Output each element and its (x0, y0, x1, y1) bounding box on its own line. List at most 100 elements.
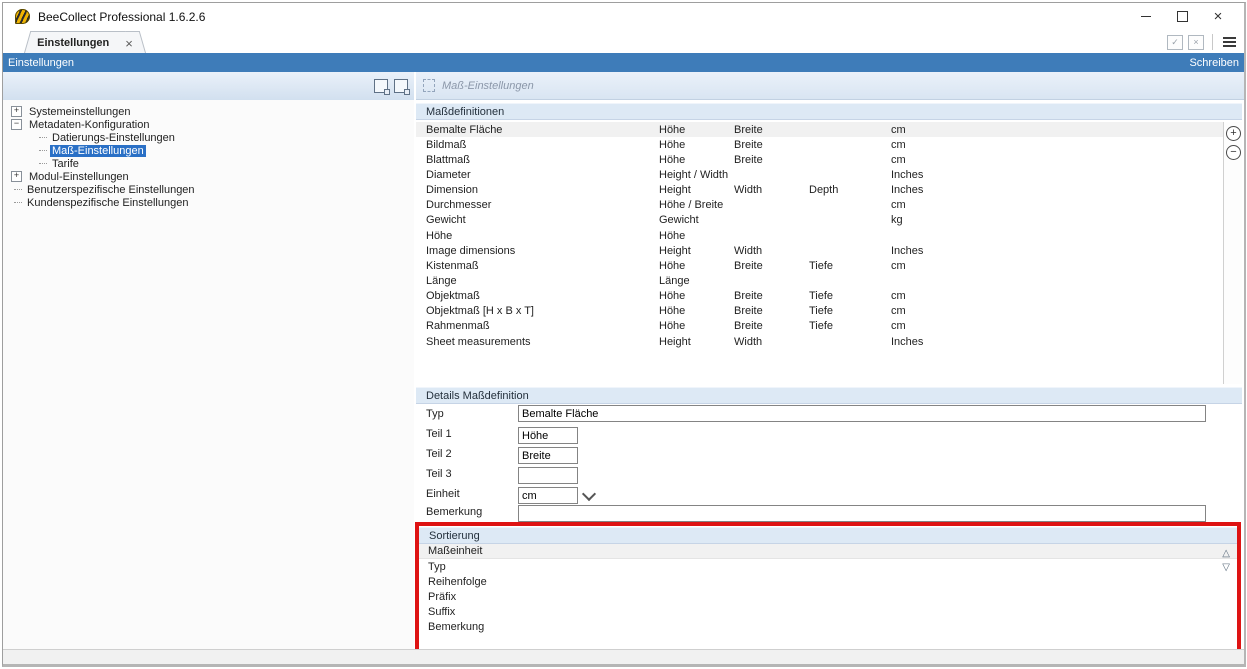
list-item[interactable]: Suffix (419, 604, 1237, 619)
sort-order-controls: △ ▽ (1222, 549, 1230, 573)
section-header-massdefinitionen: Maßdefinitionen (416, 103, 1242, 120)
teil1-input[interactable] (518, 427, 578, 444)
einheit-label: Einheit (426, 488, 516, 500)
cell-teil2: Breite (734, 154, 809, 166)
apply-checkbox-button[interactable]: ✓ (1167, 35, 1183, 50)
tree-item-kundenspezifische-einstellungen[interactable]: Kundenspezifische Einstellungen (11, 196, 410, 209)
expand-all-button[interactable] (374, 79, 388, 93)
bemerkung-label: Bemerkung (426, 506, 516, 518)
table-row[interactable]: Höhe Höhe (416, 228, 1224, 243)
list-item[interactable]: Reihenfolge (419, 574, 1237, 589)
tree-item-benutzerspezifische-einstellungen[interactable]: Benutzerspezifische Einstellungen (11, 183, 410, 196)
cell-teil2: Breite (734, 290, 809, 302)
cell-typ: Sheet measurements (426, 336, 659, 348)
check-icon: ✓ (1171, 37, 1179, 48)
cell-teil1: Höhe (659, 305, 734, 317)
table-row[interactable]: Gewicht Gewicht kg (416, 213, 1224, 228)
cell-teil1: Height (659, 336, 734, 348)
cell-einheit: cm (891, 260, 1224, 272)
cell-typ: Dimension (426, 184, 659, 196)
expand-icon[interactable]: + (11, 171, 22, 182)
list-item[interactable]: Maßeinheit (419, 544, 1237, 559)
table-row[interactable]: Dimension Height Width Depth Inches (416, 183, 1224, 198)
add-row-button[interactable]: + (1226, 126, 1241, 141)
table-row[interactable]: Diameter Height / Width Inches (416, 167, 1224, 182)
cell-teil2: Breite (734, 139, 809, 151)
remove-row-button[interactable]: − (1226, 145, 1241, 160)
cell-einheit: cm (891, 199, 1224, 211)
list-item-label: Suffix (428, 606, 455, 618)
cell-teil2: Breite (734, 124, 809, 136)
cell-teil1: Höhe (659, 124, 734, 136)
tree-item-label: Datierungs-Einstellungen (50, 132, 177, 144)
cell-typ: Länge (426, 275, 659, 287)
collapse-icon[interactable]: − (11, 119, 22, 130)
tree-connector (14, 202, 22, 203)
table-row[interactable]: Blattmaß Höhe Breite cm (416, 152, 1224, 167)
tree-item-mass-einstellungen[interactable]: Maß-Einstellungen (11, 144, 410, 157)
cell-teil2: Breite (734, 305, 809, 317)
table-row[interactable]: Durchmesser Höhe / Breite cm (416, 198, 1224, 213)
chevron-down-icon[interactable] (582, 487, 596, 501)
menu-button[interactable] (1221, 35, 1238, 49)
beecollect-logo-icon (15, 9, 30, 24)
typ-input[interactable] (518, 405, 1206, 422)
close-button[interactable]: × (1200, 6, 1236, 27)
maximize-button[interactable] (1164, 6, 1200, 27)
list-item[interactable]: Bemerkung (419, 619, 1237, 634)
table-row[interactable]: Bildmaß Höhe Breite cm (416, 137, 1224, 152)
table-row[interactable]: Objektmaß Höhe Breite Tiefe cm (416, 289, 1224, 304)
cell-typ: Kistenmaß (426, 260, 659, 272)
cell-typ: Rahmenmaß (426, 320, 659, 332)
table-row[interactable]: Objektmaß [H x B x T] Höhe Breite Tiefe … (416, 304, 1224, 319)
title-bar: BeeCollect Professional 1.6.2.6 × (3, 3, 1244, 30)
tree-item-modul-einstellungen[interactable]: + Modul-Einstellungen (11, 170, 410, 183)
table-row[interactable]: Image dimensions Height Width Inches (416, 243, 1224, 258)
minimize-button[interactable] (1128, 6, 1164, 27)
section-title: Sortierung (429, 530, 480, 542)
plus-icon: + (1230, 127, 1236, 139)
cell-teil1: Höhe (659, 260, 734, 272)
tree-item-metadaten-konfiguration[interactable]: − Metadaten-Konfiguration (11, 118, 410, 131)
tab-einstellungen[interactable]: Einstellungen × (33, 31, 137, 54)
cancel-checkbox-button[interactable]: × (1188, 35, 1204, 50)
table-row[interactable]: Sheet measurements Height Width Inches (416, 334, 1224, 349)
cell-teil1: Height / Width (659, 169, 734, 181)
sorting-list: Maßeinheit Typ Reihenfolge Präfix Suffix (419, 544, 1237, 644)
list-item[interactable]: Präfix (419, 589, 1237, 604)
teil2-input[interactable] (518, 447, 578, 464)
cell-teil2: Width (734, 336, 809, 348)
cell-teil3: Tiefe (809, 320, 891, 332)
tree-item-systemeinstellungen[interactable]: + Systemeinstellungen (11, 105, 410, 118)
command-bar: Einstellungen Schreiben (3, 53, 1244, 72)
tree-item-label: Maß-Einstellungen (50, 145, 146, 157)
cell-einheit: cm (891, 154, 1224, 166)
bemerkung-input[interactable] (518, 505, 1206, 522)
tab-close-icon[interactable]: × (125, 37, 133, 50)
minimize-icon (1141, 16, 1151, 17)
mass-einstellungen-panel: Maßdefinitionen Bemalte Fläche Höhe Brei… (416, 100, 1242, 650)
table-row[interactable]: Länge Länge (416, 273, 1224, 288)
tree-item-tarife[interactable]: Tarife (11, 157, 410, 170)
schreiben-action[interactable]: Schreiben (1189, 57, 1239, 69)
list-item[interactable]: Typ (419, 559, 1237, 574)
tree-connector (39, 150, 47, 151)
tab-label: Einstellungen (37, 37, 109, 49)
tree-item-label: Metadaten-Konfiguration (27, 119, 151, 131)
collapse-all-button[interactable] (394, 79, 408, 93)
einheit-dropdown[interactable] (518, 487, 578, 504)
cell-teil1: Gewicht (659, 214, 734, 226)
table-row[interactable]: Rahmenmaß Höhe Breite Tiefe cm (416, 319, 1224, 334)
cell-einheit: cm (891, 139, 1224, 151)
move-up-button[interactable]: △ (1222, 549, 1230, 559)
expand-icon[interactable]: + (11, 106, 22, 117)
tree-connector (39, 137, 47, 138)
cell-teil1: Höhe (659, 139, 734, 151)
table-row[interactable]: Bemalte Fläche Höhe Breite cm (416, 122, 1224, 137)
tab-strip-tools: ✓ × (1167, 34, 1238, 50)
teil3-input[interactable] (518, 467, 578, 484)
table-row[interactable]: Kistenmaß Höhe Breite Tiefe cm (416, 258, 1224, 273)
move-down-button[interactable]: ▽ (1222, 563, 1230, 573)
tree-item-datierungs-einstellungen[interactable]: Datierungs-Einstellungen (11, 131, 410, 144)
cell-typ: Diameter (426, 169, 659, 181)
